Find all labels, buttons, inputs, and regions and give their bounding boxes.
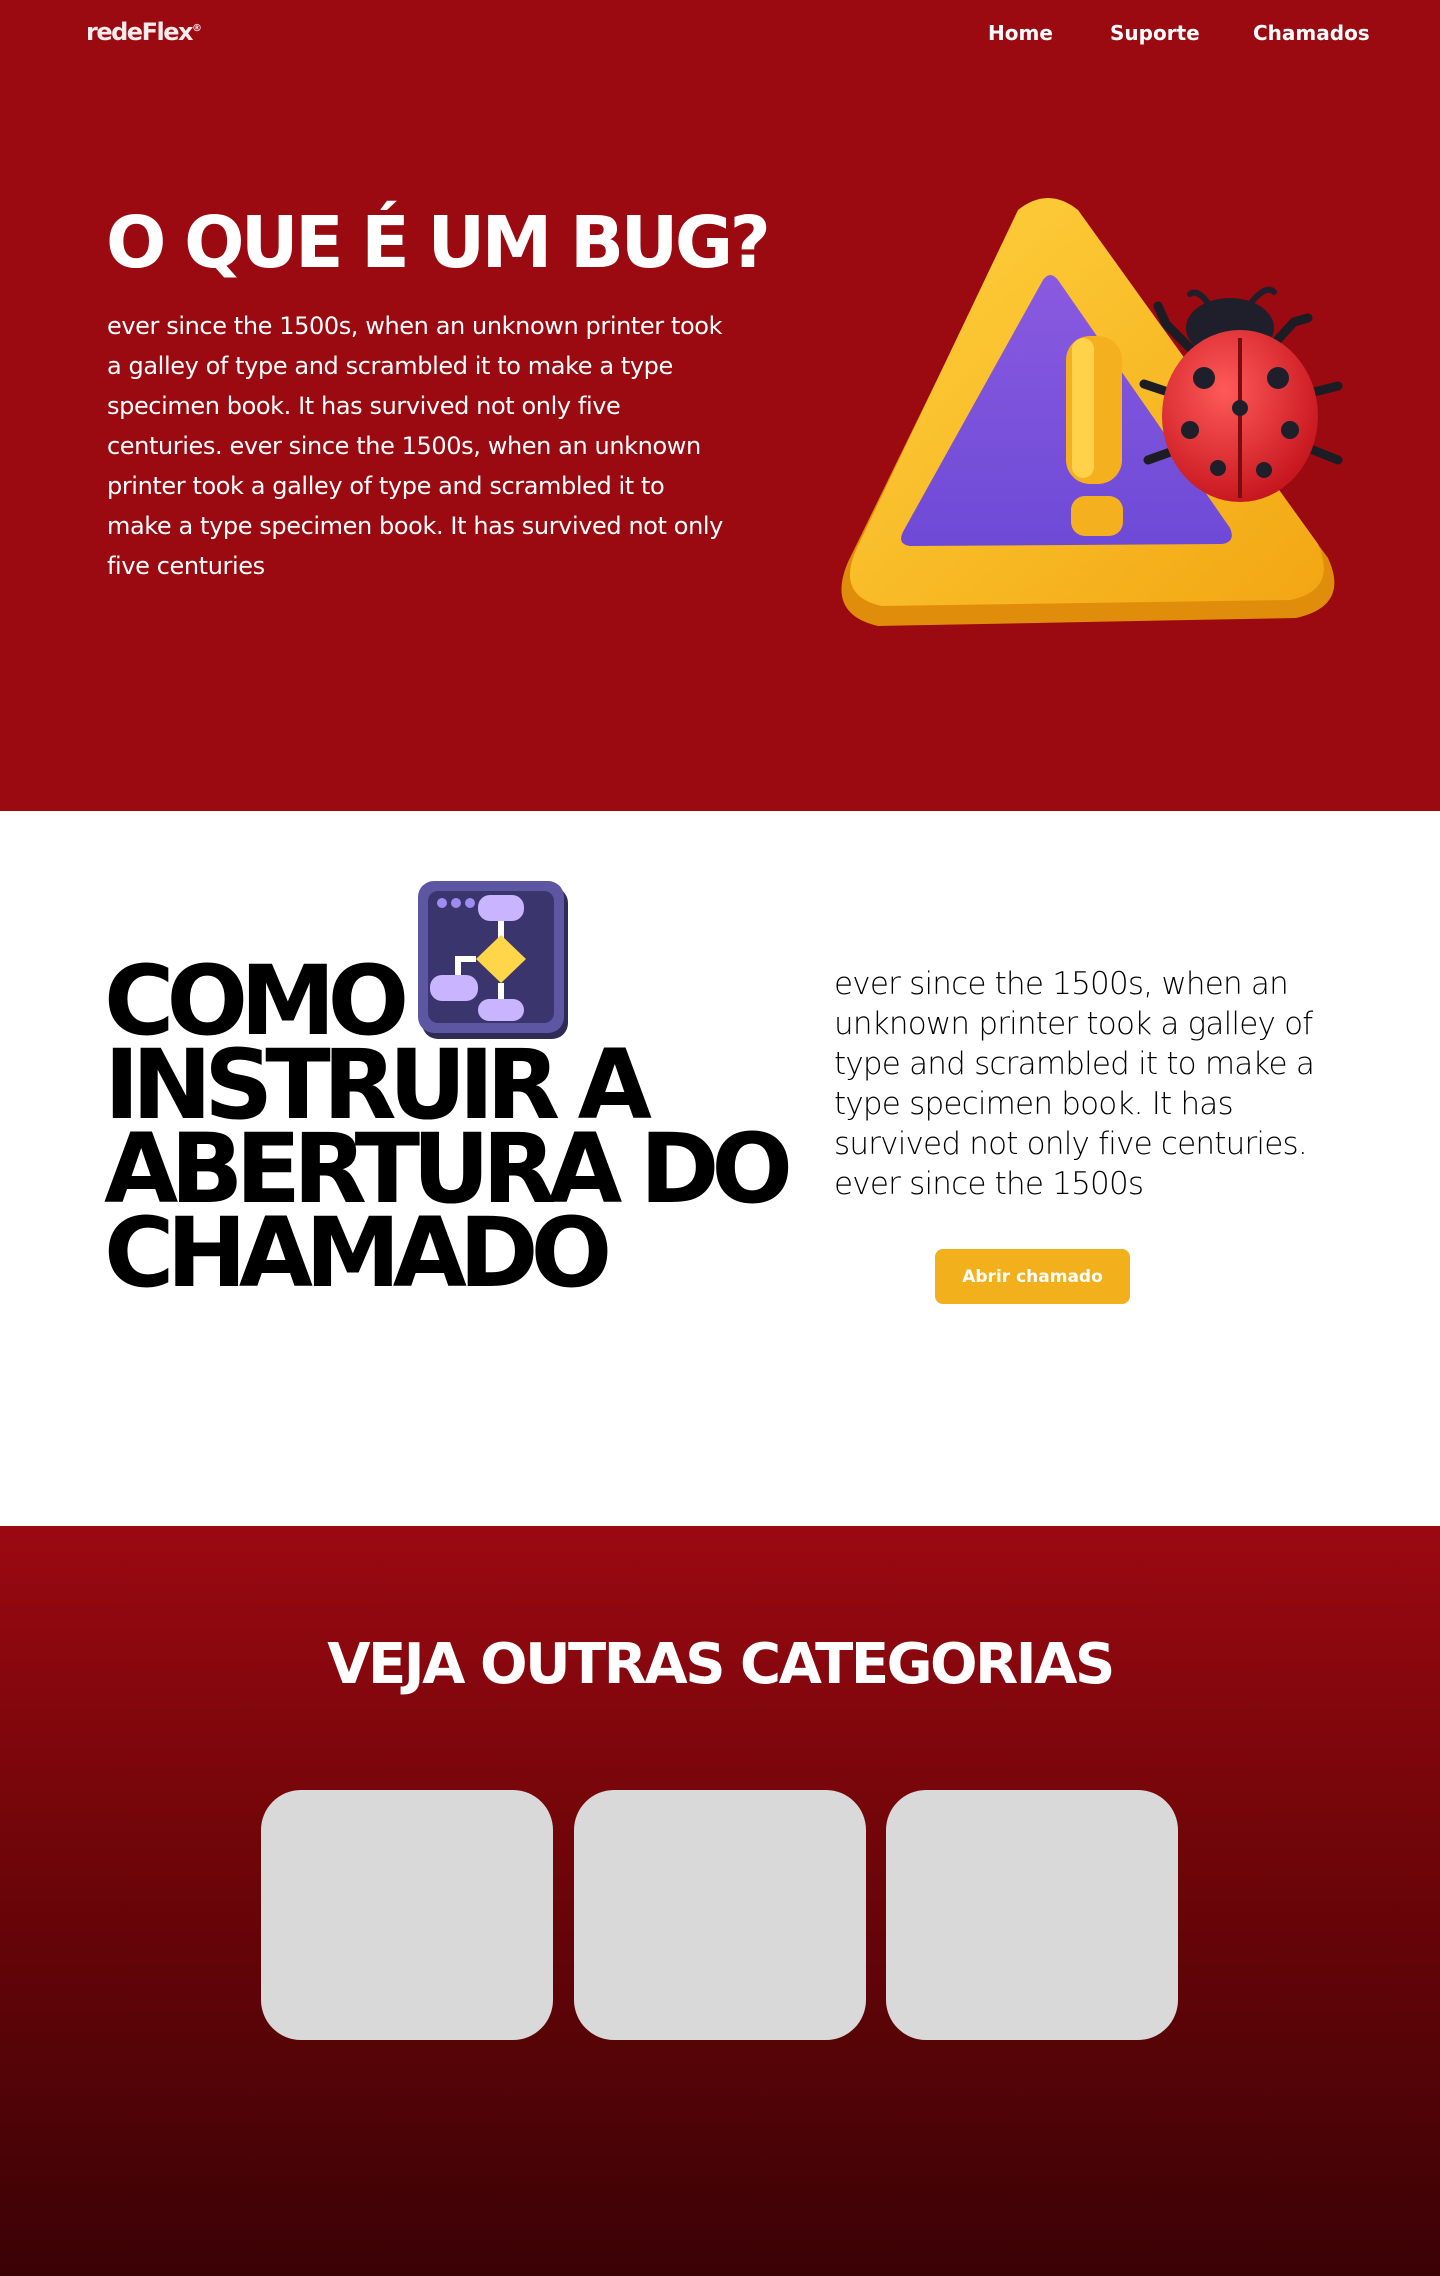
categories-title: VEJA OUTRAS CATEGORIAS bbox=[327, 1632, 1115, 1697]
hero-section: redeFlex® Home Suporte Chamados O QUE É … bbox=[0, 0, 1440, 811]
hero-title: O QUE É UM BUG? bbox=[106, 201, 771, 284]
category-card[interactable] bbox=[261, 1790, 553, 2040]
category-card[interactable] bbox=[574, 1790, 866, 2040]
main-nav: Home Suporte Chamados bbox=[0, 21, 1440, 47]
howto-section: COMO INSTRUIR A ABERTURA DO CHAMADO ever… bbox=[0, 811, 1440, 1526]
open-ticket-button[interactable]: Abrir chamado bbox=[935, 1249, 1130, 1304]
warning-bug-icon bbox=[838, 198, 1358, 630]
howto-description: ever since the 1500s, when an unknown pr… bbox=[834, 966, 1315, 1202]
nav-link-chamados[interactable]: Chamados bbox=[1253, 21, 1370, 45]
nav-link-suporte[interactable]: Suporte bbox=[1110, 21, 1200, 45]
nav-link-home[interactable]: Home bbox=[988, 21, 1053, 45]
hero-description: ever since the 1500s, when an unknown pr… bbox=[107, 312, 723, 580]
categories-section: VEJA OUTRAS CATEGORIAS bbox=[0, 1526, 1440, 2276]
category-card[interactable] bbox=[886, 1790, 1178, 2040]
flowchart-icon bbox=[418, 881, 572, 1043]
